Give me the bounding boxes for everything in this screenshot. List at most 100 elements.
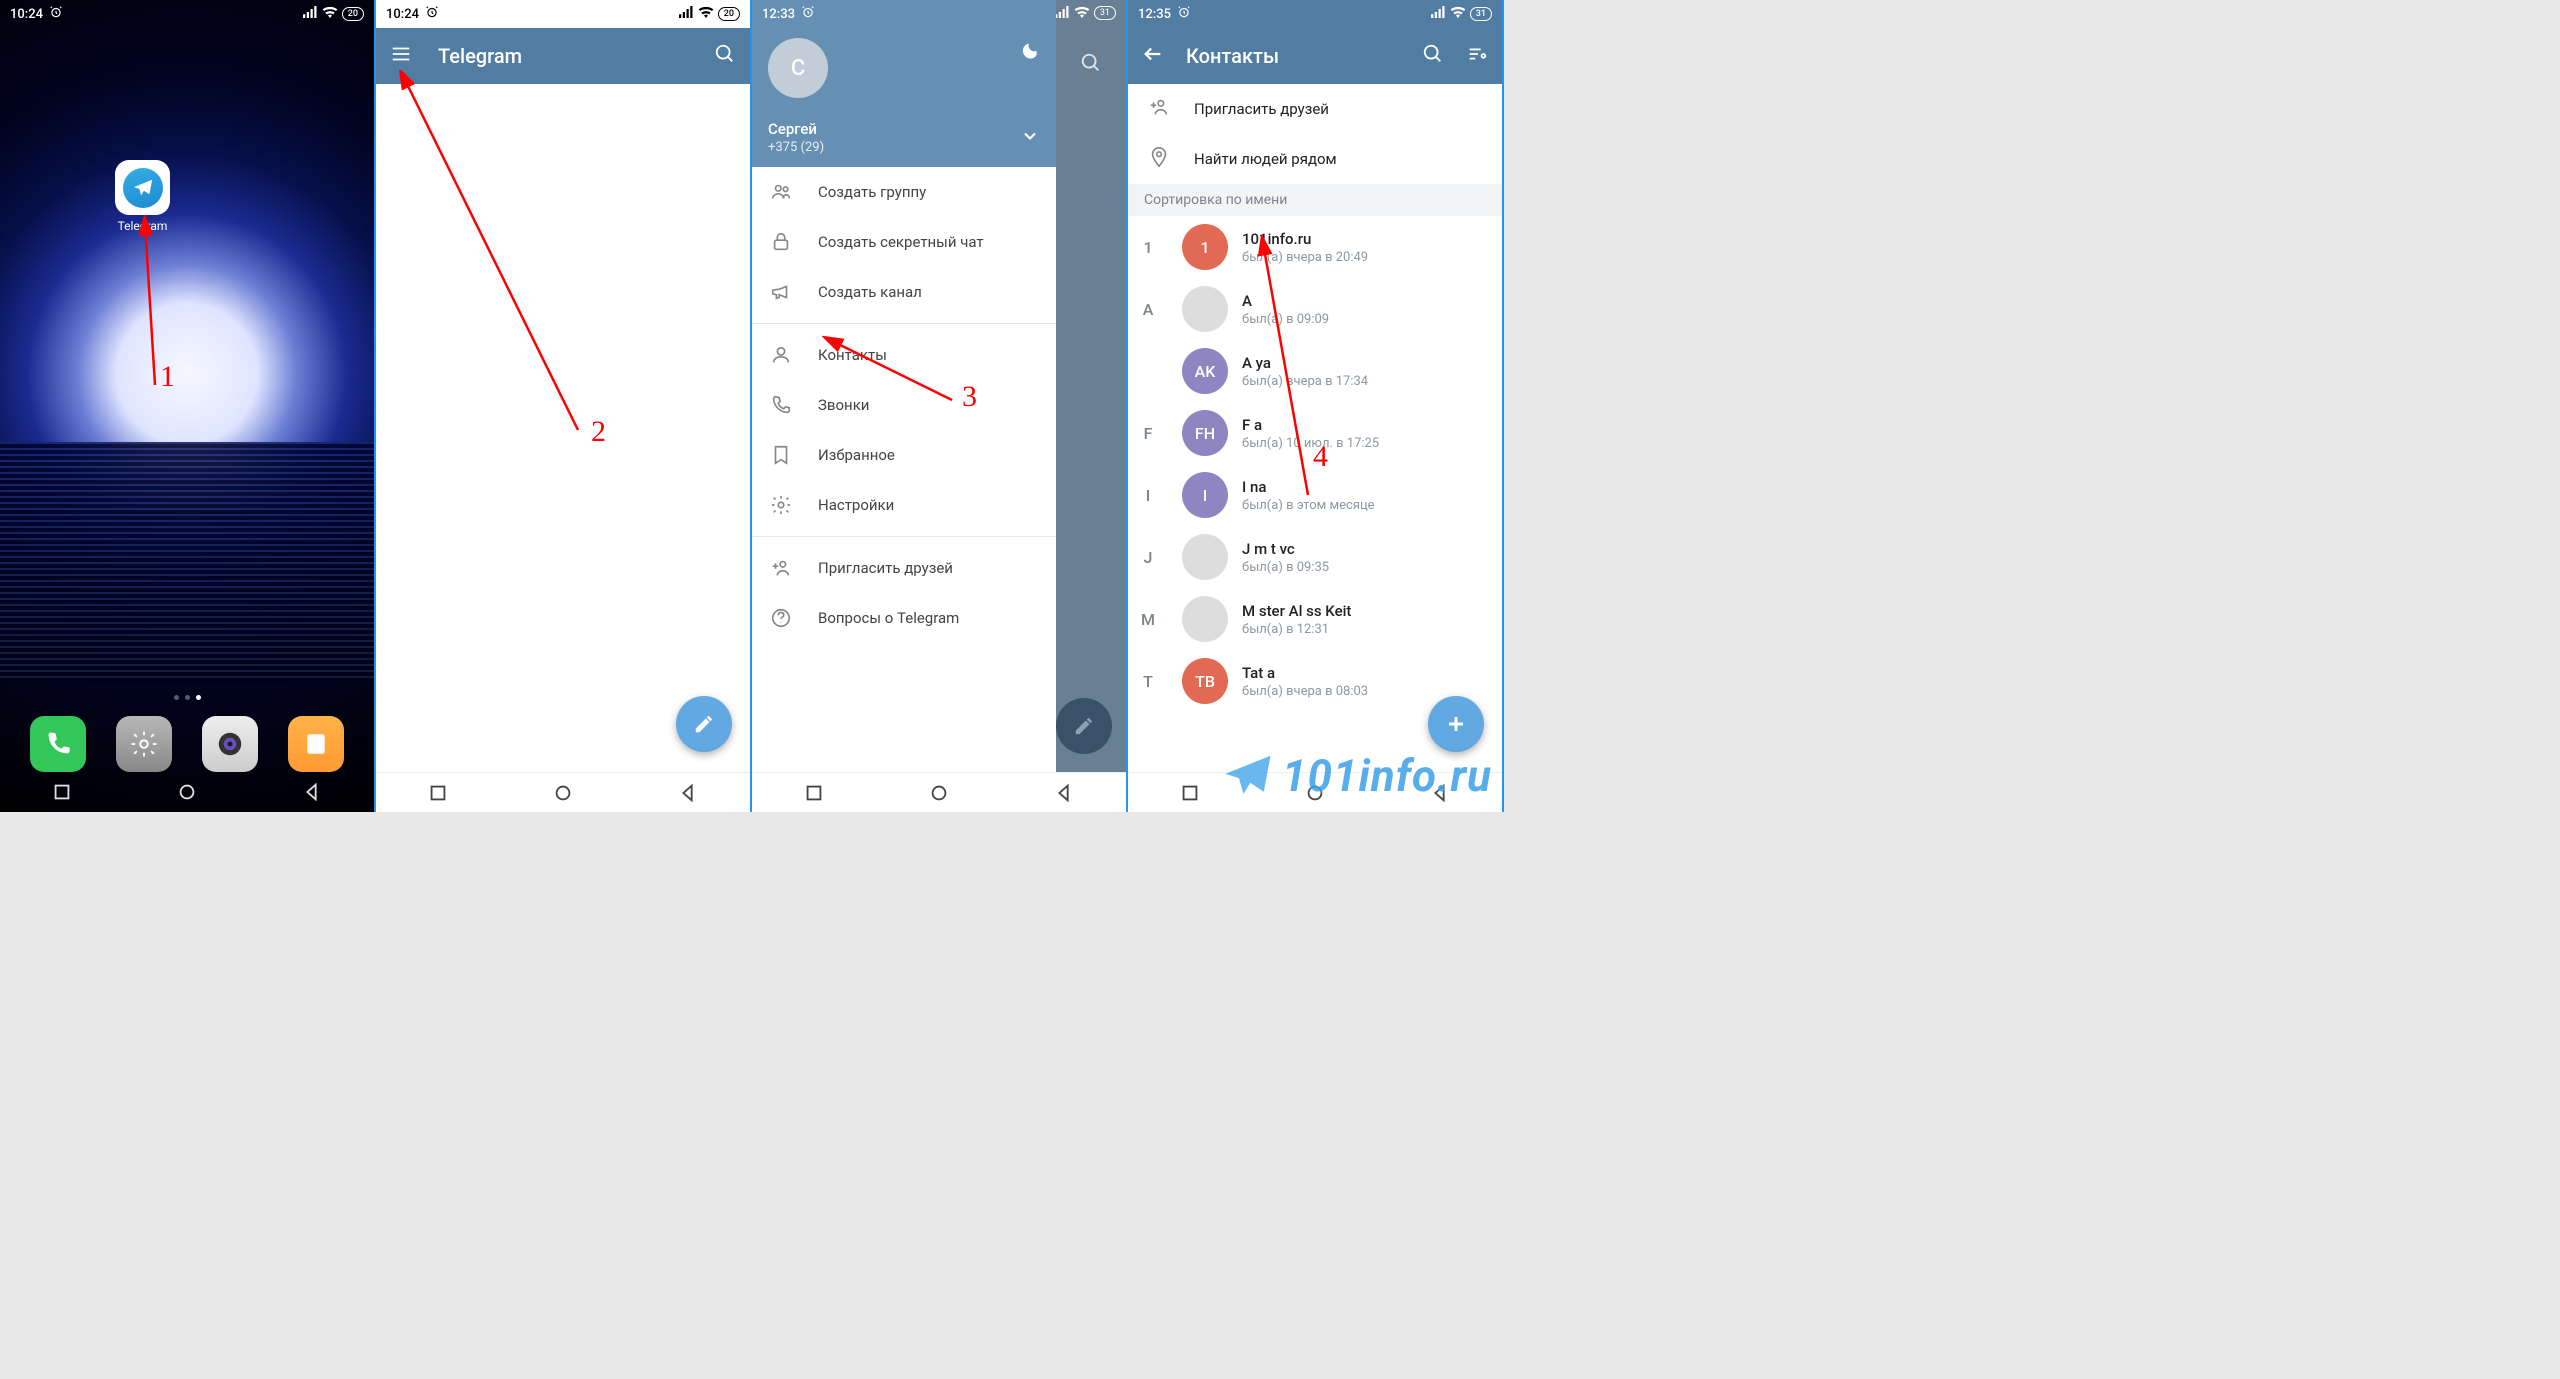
- telegram-app-label: Telegram: [118, 219, 168, 233]
- contact-section-letter: M: [1128, 610, 1168, 629]
- contact-status: был(а) в 09:09: [1242, 312, 1490, 327]
- action-label: Пригласить друзей: [1194, 100, 1329, 118]
- battery-indicator: 31: [1470, 7, 1492, 21]
- dock-phone-app[interactable]: [30, 716, 86, 772]
- find-nearby-row[interactable]: Найти людей рядом: [1128, 134, 1502, 184]
- contact-status: был(а) вчера в 20:49: [1242, 250, 1490, 265]
- drawer-calls[interactable]: Звонки: [752, 380, 1056, 430]
- contact-status: был(а) вчера в 17:34: [1242, 374, 1490, 389]
- back-button[interactable]: [1142, 43, 1164, 70]
- alarm-icon: [1177, 5, 1191, 23]
- nav-home[interactable]: [928, 782, 950, 804]
- status-bar: 10:24 20: [0, 0, 374, 28]
- statusbar-right: 31: [1055, 6, 1116, 22]
- nav-recents[interactable]: [1179, 782, 1201, 804]
- signal-icon: [1055, 6, 1070, 22]
- drawer-item-label: Избранное: [818, 446, 895, 464]
- nav-home[interactable]: [176, 781, 198, 803]
- status-bar: 10:24 20: [376, 0, 750, 28]
- contact-section-letter: J: [1128, 548, 1168, 567]
- telegram-header: Telegram: [376, 28, 750, 84]
- contact-row[interactable]: M M ster Al ss Keit был(а) в 12:31: [1128, 588, 1502, 650]
- alarm-icon: [425, 5, 439, 23]
- dock-notes-app[interactable]: [288, 716, 344, 772]
- contact-row[interactable]: AK A ya был(а) вчера в 17:34: [1128, 340, 1502, 402]
- drawer-item-label: Создать группу: [818, 183, 926, 201]
- contact-info: J m t vcбыл(а) в 09:35: [1242, 540, 1490, 575]
- nav-back[interactable]: [1053, 782, 1075, 804]
- contact-info: I naбыл(а) в этом месяце: [1242, 478, 1490, 513]
- nav-home[interactable]: [552, 782, 574, 804]
- contact-name: 101info.ru: [1242, 230, 1490, 248]
- contact-icon: [770, 344, 792, 366]
- contact-status: был(а) в 12:31: [1242, 622, 1490, 637]
- drawer-new-group[interactable]: Создать группу: [752, 167, 1056, 217]
- contact-avatar: AK: [1182, 348, 1228, 394]
- contact-avatar: [1182, 286, 1228, 332]
- contact-status: был(а) 10 июл. в 17:25: [1242, 436, 1490, 451]
- wifi-icon: [1074, 6, 1090, 22]
- drawer-faq[interactable]: Вопросы о Telegram: [752, 593, 1056, 643]
- annotation-arrow-2: [398, 70, 598, 440]
- statusbar-time: 12:35: [1138, 7, 1171, 22]
- contact-info: Tat aбыл(а) вчера в 08:03: [1242, 664, 1490, 699]
- add-contact-fab[interactable]: [1428, 696, 1484, 752]
- search-icon[interactable]: [1422, 43, 1444, 70]
- contact-name: M ster Al ss Keit: [1242, 602, 1490, 620]
- drawer-scrim-area[interactable]: 31: [1056, 0, 1126, 812]
- sort-label: Сортировка по имени: [1128, 184, 1502, 216]
- drawer-settings[interactable]: Настройки: [752, 480, 1056, 530]
- contact-name: A: [1242, 292, 1490, 310]
- dock-camera-app[interactable]: [202, 716, 258, 772]
- nav-back[interactable]: [301, 781, 323, 803]
- contact-row[interactable]: AAбыл(а) в 09:09: [1128, 278, 1502, 340]
- wifi-icon: [322, 6, 338, 22]
- drawer-item-label: Пригласить друзей: [818, 559, 953, 577]
- search-icon[interactable]: [714, 43, 736, 70]
- nav-back[interactable]: [677, 782, 699, 804]
- hamburger-menu-button[interactable]: [390, 43, 412, 70]
- contact-name: A ya: [1242, 354, 1490, 372]
- drawer-new-channel[interactable]: Создать канал: [752, 267, 1056, 317]
- user-avatar[interactable]: С: [768, 38, 828, 98]
- drawer-invite[interactable]: Пригласить друзей: [752, 543, 1056, 593]
- contact-avatar: 1: [1182, 224, 1228, 270]
- drawer-saved[interactable]: Избранное: [752, 430, 1056, 480]
- drawer-item-label: Контакты: [818, 346, 887, 364]
- sort-icon[interactable]: [1466, 43, 1488, 70]
- drawer-secret-chat[interactable]: Создать секретный чат: [752, 217, 1056, 267]
- drawer-item-label: Создать секретный чат: [818, 233, 984, 251]
- group-icon: [770, 181, 792, 203]
- drawer-contacts[interactable]: Контакты: [752, 330, 1056, 380]
- nav-recents[interactable]: [51, 781, 73, 803]
- dock-settings-app[interactable]: [116, 716, 172, 772]
- contact-name: F a: [1242, 416, 1490, 434]
- wallpaper-moon: [0, 0, 374, 812]
- night-mode-toggle[interactable]: [1018, 38, 1040, 64]
- system-nav-bar: [0, 772, 374, 812]
- drawer-item-label: Звонки: [818, 396, 869, 414]
- contact-section-letter: I: [1128, 486, 1168, 505]
- contact-avatar: [1182, 596, 1228, 642]
- status-bar: 12:33: [752, 0, 1056, 28]
- contact-row[interactable]: 11101info.ruбыл(а) вчера в 20:49: [1128, 216, 1502, 278]
- contacts-header: Контакты: [1128, 28, 1502, 84]
- compose-fab-behind: [1056, 698, 1112, 754]
- status-bar: 12:35 31: [1128, 0, 1502, 28]
- contact-info: 101info.ru был(а) вчера в 20:49: [1242, 230, 1490, 265]
- battery-indicator: 20: [342, 7, 364, 21]
- annotation-number-3: 3: [962, 380, 977, 414]
- compose-fab[interactable]: [676, 696, 732, 752]
- megaphone-icon: [770, 281, 792, 303]
- nav-recents[interactable]: [803, 782, 825, 804]
- statusbar-time: 12:33: [762, 7, 795, 22]
- drawer-header: С Сергей +375 (29): [752, 28, 1056, 167]
- telegram-app-shortcut[interactable]: Telegram: [115, 160, 170, 233]
- gear-icon: [770, 494, 792, 516]
- nav-recents[interactable]: [427, 782, 449, 804]
- panel-drawer: 12:33 С Сергей +375 (29): [752, 0, 1128, 812]
- contact-row[interactable]: J J m t vcбыл(а) в 09:35: [1128, 526, 1502, 588]
- invite-friends-row[interactable]: Пригласить друзей: [1128, 84, 1502, 134]
- account-expand-icon[interactable]: [1020, 126, 1040, 150]
- signal-icon: [303, 6, 318, 22]
